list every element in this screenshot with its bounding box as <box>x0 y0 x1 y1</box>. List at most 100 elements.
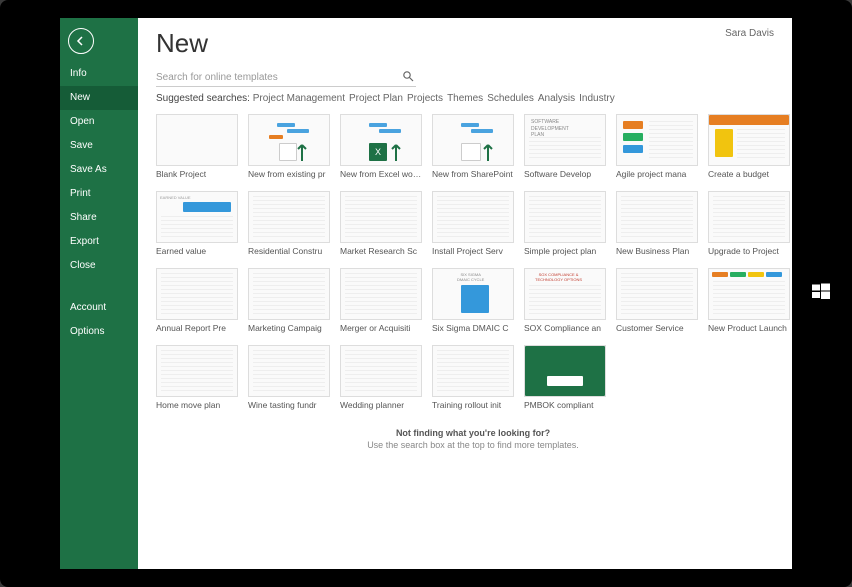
template-tile[interactable]: New Business Plan <box>616 191 698 262</box>
template-label: New from SharePoint <box>432 169 514 185</box>
template-label: Customer Service <box>616 323 698 339</box>
template-thumb <box>708 268 790 320</box>
template-thumb <box>524 345 606 397</box>
template-thumb <box>524 191 606 243</box>
app-window: InfoNewOpenSaveSave AsPrintShareExportCl… <box>60 18 792 569</box>
template-thumb: SOX COMPLIANCE &TECHNOLOGY OPTIONS <box>524 268 606 320</box>
template-tile[interactable]: Customer Service <box>616 268 698 339</box>
sidebar-item-options[interactable]: Options <box>60 320 138 344</box>
search-icon[interactable] <box>400 70 416 85</box>
suggest-link[interactable]: Themes <box>447 93 483 104</box>
suggest-link[interactable]: Analysis <box>538 93 575 104</box>
template-tile[interactable]: SOFTWAREDEVELOPMENTPLANSoftware Develop <box>524 114 606 185</box>
template-tile[interactable]: SOX COMPLIANCE &TECHNOLOGY OPTIONS SOX Co… <box>524 268 606 339</box>
suggested-searches: Suggested searches: Project Management Pr… <box>156 93 774 104</box>
template-label: Upgrade to Project <box>708 246 790 262</box>
template-label: Six Sigma DMAIC C <box>432 323 514 339</box>
template-label: Agile project mana <box>616 169 698 185</box>
template-thumb <box>432 191 514 243</box>
user-name[interactable]: Sara Davis <box>725 28 774 39</box>
template-thumb <box>340 191 422 243</box>
template-label: PMBOK compliant <box>524 400 606 416</box>
template-thumb: SIX SIGMADMAIC CYCLE <box>432 268 514 320</box>
windows-button[interactable] <box>812 282 830 305</box>
sidebar-item-print[interactable]: Print <box>60 182 138 206</box>
sidebar-item-save[interactable]: Save <box>60 134 138 158</box>
template-thumb <box>248 268 330 320</box>
template-tile[interactable]: Residential Constru <box>248 191 330 262</box>
template-tile[interactable]: Marketing Campaig <box>248 268 330 339</box>
suggest-link[interactable]: Project Management <box>253 93 345 104</box>
template-tile[interactable]: Home move plan <box>156 345 238 416</box>
tablet-frame: InfoNewOpenSaveSave AsPrintShareExportCl… <box>0 0 852 587</box>
back-button[interactable] <box>68 28 94 54</box>
template-tile[interactable]: Upgrade to Project <box>708 191 790 262</box>
template-thumb <box>156 268 238 320</box>
template-tile[interactable]: New from SharePoint <box>432 114 514 185</box>
template-thumb <box>616 191 698 243</box>
page-title: New <box>156 28 774 59</box>
sidebar-item-close[interactable]: Close <box>60 254 138 278</box>
template-grid: Blank ProjectNew from existing prXNew fr… <box>156 114 774 450</box>
template-tile[interactable]: Agile project mana <box>616 114 698 185</box>
template-thumb <box>708 114 790 166</box>
sidebar-item-save-as[interactable]: Save As <box>60 158 138 182</box>
template-thumb <box>248 114 330 166</box>
template-thumb <box>432 114 514 166</box>
template-label: New from Excel workb <box>340 169 422 185</box>
template-thumb <box>708 191 790 243</box>
suggest-label: Suggested searches: <box>156 93 250 104</box>
template-tile[interactable]: Wedding planner <box>340 345 422 416</box>
template-thumb <box>156 345 238 397</box>
template-tile[interactable]: Market Research Sc <box>340 191 422 262</box>
footer-line1: Not finding what you're looking for? <box>156 428 790 438</box>
template-tile[interactable]: SIX SIGMADMAIC CYCLE Six Sigma DMAIC C <box>432 268 514 339</box>
template-tile[interactable]: EARNED VALUE Earned value <box>156 191 238 262</box>
template-tile[interactable]: Training rollout init <box>432 345 514 416</box>
sidebar-item-share[interactable]: Share <box>60 206 138 230</box>
template-label: New Product Launch <box>708 323 790 339</box>
sidebar-item-new[interactable]: New <box>60 86 138 110</box>
template-label: Merger or Acquisiti <box>340 323 422 339</box>
template-tile[interactable]: XNew from Excel workb <box>340 114 422 185</box>
template-tile[interactable]: PMBOK compliant <box>524 345 606 416</box>
template-thumb <box>248 191 330 243</box>
template-thumb: EARNED VALUE <box>156 191 238 243</box>
template-thumb <box>616 268 698 320</box>
template-label: Training rollout init <box>432 400 514 416</box>
template-label: Install Project Serv <box>432 246 514 262</box>
grid-footer: Not finding what you're looking for? Use … <box>156 428 790 450</box>
search-input[interactable] <box>156 69 400 86</box>
template-thumb <box>340 345 422 397</box>
sidebar-item-account[interactable]: Account <box>60 296 138 320</box>
sidebar-item-open[interactable]: Open <box>60 110 138 134</box>
sidebar-item-export[interactable]: Export <box>60 230 138 254</box>
suggest-link[interactable]: Industry <box>579 93 615 104</box>
template-label: Earned value <box>156 246 238 262</box>
template-tile[interactable]: Merger or Acquisiti <box>340 268 422 339</box>
template-label: Residential Constru <box>248 246 330 262</box>
template-tile[interactable]: Blank Project <box>156 114 238 185</box>
main-panel: Sara Davis New Suggested searches: Proje… <box>138 18 792 569</box>
template-label: Wine tasting fundr <box>248 400 330 416</box>
suggest-link[interactable]: Projects <box>407 93 443 104</box>
template-search[interactable] <box>156 69 416 87</box>
template-label: Marketing Campaig <box>248 323 330 339</box>
footer-line2: Use the search box at the top to find mo… <box>156 440 790 450</box>
template-label: Annual Report Pre <box>156 323 238 339</box>
template-label: Software Develop <box>524 169 606 185</box>
template-tile[interactable]: Wine tasting fundr <box>248 345 330 416</box>
sidebar-item-info[interactable]: Info <box>60 62 138 86</box>
suggest-link[interactable]: Project Plan <box>349 93 403 104</box>
template-tile[interactable]: Simple project plan <box>524 191 606 262</box>
template-tile[interactable]: Annual Report Pre <box>156 268 238 339</box>
template-label: Wedding planner <box>340 400 422 416</box>
template-tile[interactable]: New Product Launch <box>708 268 790 339</box>
template-tile[interactable]: Create a budget <box>708 114 790 185</box>
template-tile[interactable]: New from existing pr <box>248 114 330 185</box>
template-label: SOX Compliance an <box>524 323 606 339</box>
template-tile[interactable]: Install Project Serv <box>432 191 514 262</box>
backstage-sidebar: InfoNewOpenSaveSave AsPrintShareExportCl… <box>60 18 138 569</box>
suggest-link[interactable]: Schedules <box>487 93 534 104</box>
template-thumb <box>340 268 422 320</box>
